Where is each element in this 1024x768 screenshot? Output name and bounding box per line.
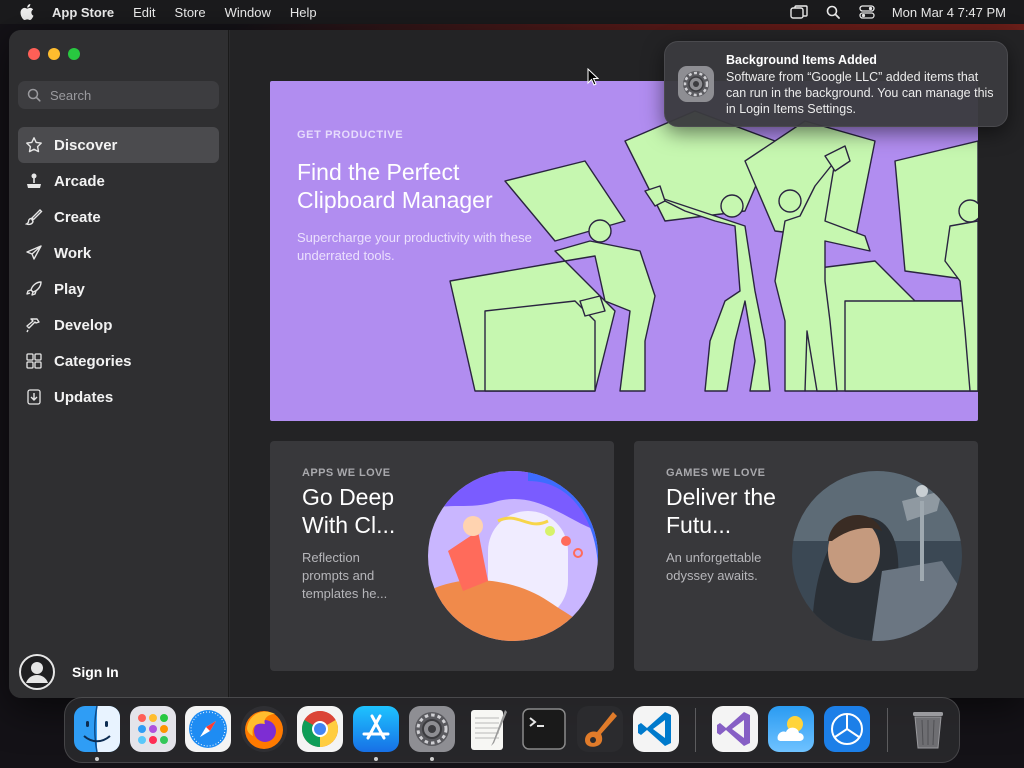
- joystick-icon: [24, 171, 44, 191]
- avatar-icon: [19, 654, 55, 690]
- dock-trash-icon[interactable]: [905, 706, 951, 752]
- notification-body: Software from “Google LLC” added items t…: [726, 70, 994, 116]
- dock-instruments-icon[interactable]: [824, 706, 870, 752]
- sidebar-item-updates[interactable]: Updates: [18, 379, 219, 415]
- story-card-games[interactable]: GAMES WE LOVE Deliver the Futu... An unf…: [634, 441, 978, 671]
- dock-visual-studio-icon[interactable]: [712, 706, 758, 752]
- control-center-icon[interactable]: [858, 5, 876, 19]
- sign-in-label: Sign In: [72, 664, 119, 680]
- dock-finder-icon[interactable]: [74, 706, 120, 752]
- brush-icon: [24, 207, 44, 227]
- sidebar-item-play[interactable]: Play: [18, 271, 219, 307]
- system-settings-icon: [678, 66, 714, 102]
- running-indicator: [430, 757, 434, 761]
- dock-separator: [887, 708, 888, 752]
- menu-clock[interactable]: Mon Mar 4 7:47 PM: [892, 5, 1006, 20]
- sidebar-item-develop[interactable]: Develop: [18, 307, 219, 343]
- menu-help[interactable]: Help: [290, 5, 317, 20]
- grid-icon: [24, 351, 44, 371]
- screen-mirroring-icon[interactable]: [790, 5, 808, 19]
- sidebar-item-categories[interactable]: Categories: [18, 343, 219, 379]
- hero-eyebrow: GET PRODUCTIVE: [297, 129, 404, 141]
- sidebar-item-label: Work: [54, 244, 92, 262]
- zoom-button[interactable]: [68, 48, 80, 60]
- sidebar-item-label: Develop: [54, 316, 113, 334]
- apple-menu-icon[interactable]: [20, 4, 34, 20]
- card-artwork: [792, 471, 962, 641]
- dock: [64, 697, 960, 763]
- sidebar-item-label: Create: [54, 208, 101, 226]
- dock-garageband-icon[interactable]: [577, 706, 623, 752]
- hero-illustration: [449, 110, 978, 392]
- hammer-icon: [24, 315, 44, 335]
- download-icon: [24, 387, 44, 407]
- star-icon: [24, 135, 44, 155]
- dock-vscode-icon[interactable]: [633, 706, 679, 752]
- menu-edit[interactable]: Edit: [133, 5, 155, 20]
- dock-safari-icon[interactable]: [185, 706, 231, 752]
- main-content: GET PRODUCTIVE Find the Perfect Clipboar…: [230, 30, 1024, 698]
- sidebar: Search Discover Arcade Create Work Play …: [9, 30, 229, 698]
- dock-launchpad-icon[interactable]: [130, 706, 176, 752]
- sidebar-item-label: Play: [54, 280, 85, 298]
- rocket-icon: [24, 279, 44, 299]
- close-button[interactable]: [28, 48, 40, 60]
- sidebar-nav: Discover Arcade Create Work Play Develop…: [18, 127, 219, 415]
- mouse-cursor-icon: [587, 68, 599, 86]
- search-placeholder: Search: [50, 87, 92, 103]
- notification-banner[interactable]: Background Items Added Software from “Go…: [664, 41, 1008, 127]
- story-card-apps[interactable]: APPS WE LOVE Go Deep With Cl... Reflecti…: [270, 441, 614, 671]
- dock-terminal-icon[interactable]: [521, 706, 567, 752]
- card-description: Reflection prompts and templates he...: [302, 550, 388, 601]
- sidebar-item-label: Arcade: [54, 172, 105, 190]
- dock-app-store-icon[interactable]: [353, 706, 399, 752]
- menu-window[interactable]: Window: [225, 5, 271, 20]
- sidebar-item-arcade[interactable]: Arcade: [18, 163, 219, 199]
- running-indicator: [374, 757, 378, 761]
- app-store-window: Search Discover Arcade Create Work Play …: [9, 30, 1024, 698]
- dock-weather-icon[interactable]: [768, 706, 814, 752]
- sidebar-item-label: Categories: [54, 352, 132, 370]
- dock-chrome-icon[interactable]: [297, 706, 343, 752]
- sidebar-item-label: Updates: [54, 388, 114, 406]
- menu-app-store[interactable]: App Store: [52, 5, 114, 20]
- sign-in-button[interactable]: Sign In: [19, 654, 119, 690]
- search-input[interactable]: Search: [18, 81, 219, 109]
- card-title: Deliver the Futu...: [666, 484, 776, 538]
- minimize-button[interactable]: [48, 48, 60, 60]
- sidebar-item-discover[interactable]: Discover: [18, 127, 219, 163]
- notification-title: Background Items Added: [726, 53, 877, 67]
- card-eyebrow: APPS WE LOVE: [302, 467, 391, 479]
- card-title: Go Deep With Cl...: [302, 484, 396, 538]
- dock-system-settings-icon[interactable]: [409, 706, 455, 752]
- sidebar-item-label: Discover: [54, 136, 118, 154]
- dock-firefox-icon[interactable]: [241, 706, 287, 752]
- running-indicator: [95, 757, 99, 761]
- spotlight-icon[interactable]: [824, 5, 842, 19]
- card-artwork: [428, 471, 598, 641]
- paper-plane-icon: [24, 243, 44, 263]
- card-eyebrow: GAMES WE LOVE: [666, 467, 766, 479]
- card-description: An unforgettable odyssey awaits.: [666, 550, 762, 583]
- sidebar-item-work[interactable]: Work: [18, 235, 219, 271]
- hero-banner[interactable]: GET PRODUCTIVE Find the Perfect Clipboar…: [270, 81, 978, 421]
- menu-bar: App Store Edit Store Window Help Mon Mar…: [0, 0, 1024, 24]
- dock-textedit-icon[interactable]: [465, 706, 511, 752]
- sidebar-item-create[interactable]: Create: [18, 199, 219, 235]
- menu-store[interactable]: Store: [175, 5, 206, 20]
- search-icon: [27, 88, 41, 102]
- dock-separator: [695, 708, 696, 752]
- window-controls: [28, 48, 88, 60]
